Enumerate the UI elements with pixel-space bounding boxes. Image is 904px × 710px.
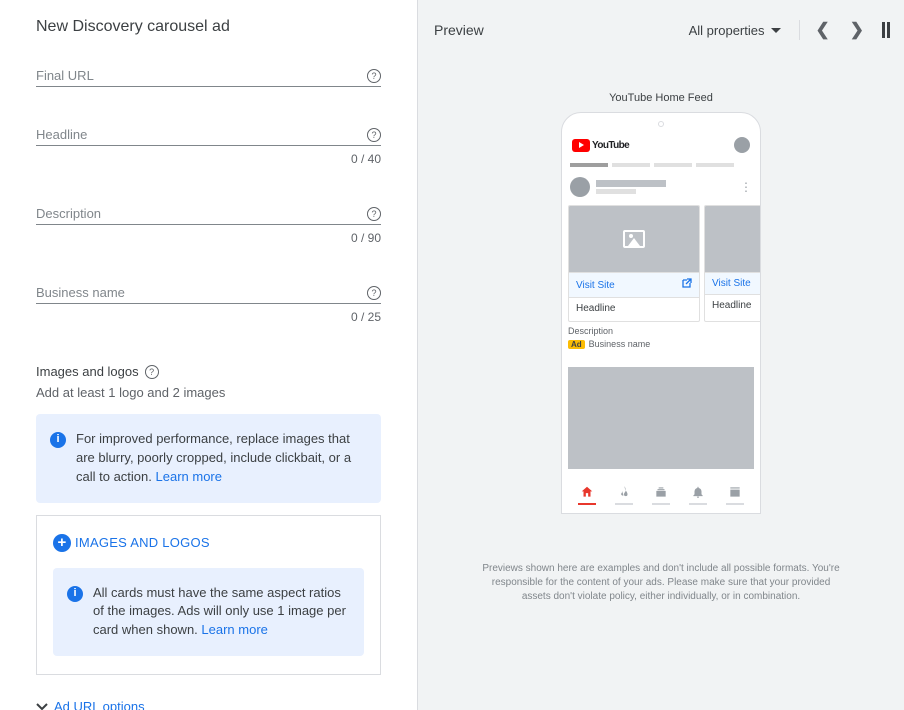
properties-label: All properties <box>689 23 765 38</box>
business-name-counter: 0 / 25 <box>36 310 381 324</box>
help-icon[interactable]: ? <box>367 128 381 142</box>
headline-label: Headline <box>36 127 87 142</box>
business-name-field[interactable]: Business name ? 0 / 25 <box>36 285 381 324</box>
external-link-icon <box>681 278 692 292</box>
phone-notch <box>658 121 664 127</box>
ad-url-options-toggle[interactable]: Ad URL options <box>36 699 381 710</box>
channel-avatar <box>570 177 590 197</box>
preview-disclaimer: Previews shown here are examples and don… <box>418 562 904 604</box>
add-images-button[interactable]: + IMAGES AND LOGOS <box>53 534 364 552</box>
url-options-label: Ad URL options <box>54 699 145 710</box>
visit-site-text: Visit Site <box>576 280 615 291</box>
library-icon <box>728 485 742 499</box>
images-section-subtitle: Add at least 1 logo and 2 images <box>36 385 381 400</box>
preview-panel: Preview All properties ❮ ❯ YouTube Home … <box>418 0 904 710</box>
ad-badge: Ad <box>568 340 585 349</box>
carousel-card: Visit Site Headline <box>704 205 760 322</box>
visit-site-cta: Visit Site <box>569 272 699 298</box>
card-image-placeholder <box>569 206 699 272</box>
preview-title: Preview <box>434 22 689 38</box>
columns-icon[interactable] <box>874 14 896 46</box>
help-icon[interactable]: ? <box>367 207 381 221</box>
carousel-cards: Visit Site Headline Visit Site Headline <box>562 201 760 322</box>
learn-more-link[interactable]: Learn more <box>201 622 267 637</box>
separator <box>799 20 800 40</box>
help-icon[interactable]: ? <box>145 365 159 379</box>
form-panel: New Discovery carousel ad Final URL ? He… <box>0 0 418 710</box>
channel-text-placeholder <box>596 180 734 194</box>
home-icon <box>580 485 594 499</box>
post-header: ⋮ <box>562 173 760 201</box>
images-section-title: Images and logos <box>36 364 139 379</box>
description-counter: 0 / 90 <box>36 231 381 245</box>
visit-site-cta: Visit Site <box>705 272 760 295</box>
headline-counter: 0 / 40 <box>36 152 381 166</box>
properties-dropdown[interactable]: All properties <box>689 23 793 38</box>
image-icon <box>623 230 645 248</box>
youtube-chips <box>562 159 760 173</box>
card-headline: Headline <box>705 295 760 318</box>
final-url-field[interactable]: Final URL ? <box>36 68 381 87</box>
content-placeholder <box>568 367 754 469</box>
plus-icon: + <box>53 534 71 552</box>
business-name-text: Business name <box>589 339 651 349</box>
card-headline: Headline <box>569 298 699 321</box>
next-arrow-icon[interactable]: ❯ <box>840 14 874 46</box>
learn-more-link[interactable]: Learn more <box>156 469 222 484</box>
aspect-ratio-tip: i All cards must have the same aspect ra… <box>53 568 364 657</box>
business-name-label: Business name <box>36 285 125 300</box>
info-icon: i <box>67 586 83 602</box>
description-label: Description <box>36 206 101 221</box>
prev-arrow-icon[interactable]: ❮ <box>806 14 840 46</box>
notifications-icon <box>691 485 705 499</box>
help-icon[interactable]: ? <box>367 69 381 83</box>
chevron-down-icon <box>36 699 48 710</box>
ad-meta: Description Ad Business name <box>562 322 760 357</box>
help-icon[interactable]: ? <box>367 286 381 300</box>
phone-mockup: YouTube ⋮ Visit Site <box>561 112 761 514</box>
youtube-logo: YouTube <box>572 139 629 152</box>
preview-context-label: YouTube Home Feed <box>609 92 713 104</box>
add-images-label: IMAGES AND LOGOS <box>75 535 210 550</box>
images-card: + IMAGES AND LOGOS i All cards must have… <box>36 515 381 676</box>
headline-field[interactable]: Headline ? 0 / 40 <box>36 127 381 166</box>
avatar <box>734 137 750 153</box>
trending-icon <box>617 485 631 499</box>
card-image-placeholder <box>705 206 760 272</box>
more-icon: ⋮ <box>740 180 752 194</box>
youtube-text: YouTube <box>592 140 629 151</box>
final-url-label: Final URL <box>36 68 94 83</box>
page-title: New Discovery carousel ad <box>36 18 381 36</box>
info-icon: i <box>50 432 66 448</box>
carousel-card: Visit Site Headline <box>568 205 700 322</box>
performance-tip: i For improved performance, replace imag… <box>36 414 381 503</box>
youtube-footer-nav <box>562 477 760 513</box>
visit-site-text: Visit Site <box>712 278 751 289</box>
youtube-play-icon <box>572 139 590 152</box>
youtube-header: YouTube <box>562 131 760 159</box>
chevron-down-icon <box>771 28 781 33</box>
description-field[interactable]: Description ? 0 / 90 <box>36 206 381 245</box>
ad-description: Description <box>568 326 754 336</box>
subscriptions-icon <box>654 485 668 499</box>
